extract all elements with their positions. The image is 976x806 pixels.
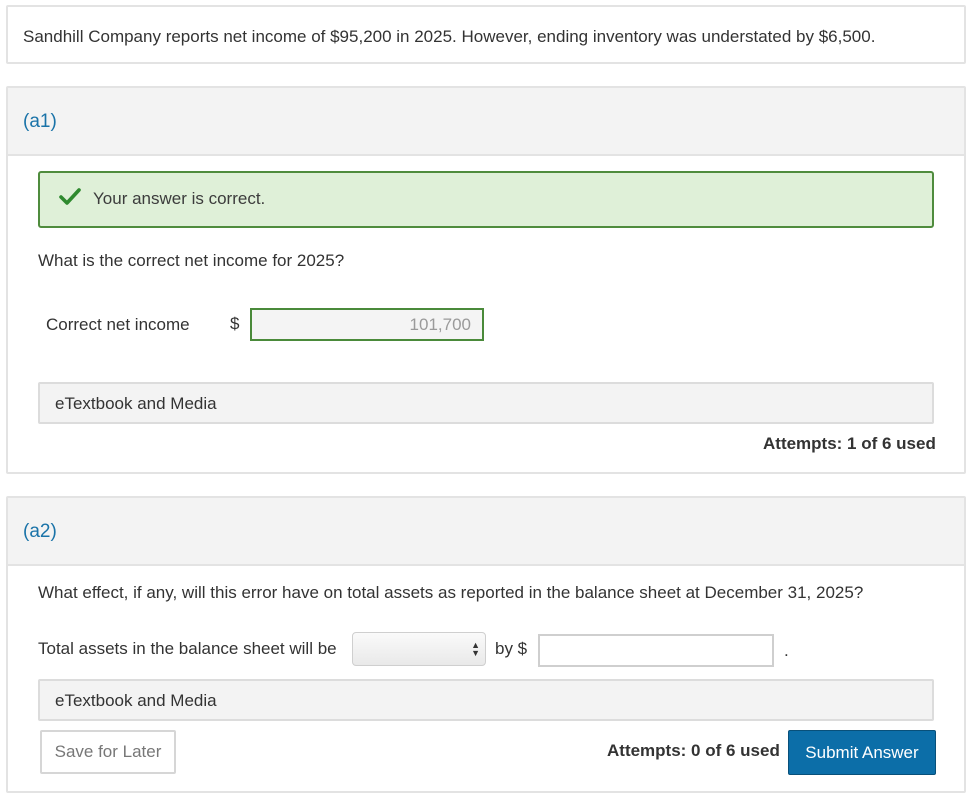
correct-net-income-label: Correct net income	[46, 315, 190, 334]
by-dollar-label: by $	[495, 639, 528, 658]
feedback-text: Your answer is correct.	[93, 189, 266, 208]
correct-net-income-field[interactable]: 101,700	[250, 308, 484, 341]
etextbook-media-label: eTextbook and Media	[55, 394, 217, 413]
attempts-counter: Attempts: 0 of 6 used	[607, 741, 780, 760]
total-assets-label: Total assets in the balance sheet will b…	[38, 639, 337, 658]
problem-statement-panel: Sandhill Company reports net income of $…	[6, 5, 966, 64]
submit-answer-button[interactable]: Submit Answer	[788, 730, 936, 775]
part-a1-panel: (a1) Your answer is correct. What is the…	[6, 86, 966, 474]
part-a2-header: (a2)	[8, 498, 964, 566]
part-a1-label: (a1)	[23, 111, 57, 132]
question-text: What effect, if any, will this error hav…	[38, 583, 864, 602]
select-arrows-icon: ▲ ▼	[471, 640, 480, 658]
etextbook-media-button[interactable]: eTextbook and Media	[38, 679, 934, 721]
part-a2-panel: (a2) What effect, if any, will this erro…	[6, 496, 966, 793]
correct-answer-banner: Your answer is correct.	[38, 171, 934, 228]
period-mark: .	[784, 641, 789, 660]
save-for-later-button[interactable]: Save for Later	[40, 730, 176, 774]
attempts-counter: Attempts: 1 of 6 used	[763, 434, 936, 453]
currency-symbol: $	[230, 314, 240, 333]
problem-text: Sandhill Company reports net income of $…	[23, 27, 876, 46]
checkmark-icon	[59, 188, 81, 205]
part-a1-header: (a1)	[8, 88, 964, 156]
etextbook-media-button[interactable]: eTextbook and Media	[38, 382, 934, 424]
effect-select[interactable]: ▲ ▼	[352, 632, 486, 666]
etextbook-media-label: eTextbook and Media	[55, 691, 217, 710]
amount-input[interactable]	[538, 634, 774, 667]
part-a2-label: (a2)	[23, 521, 57, 542]
question-text: What is the correct net income for 2025?	[38, 251, 345, 270]
